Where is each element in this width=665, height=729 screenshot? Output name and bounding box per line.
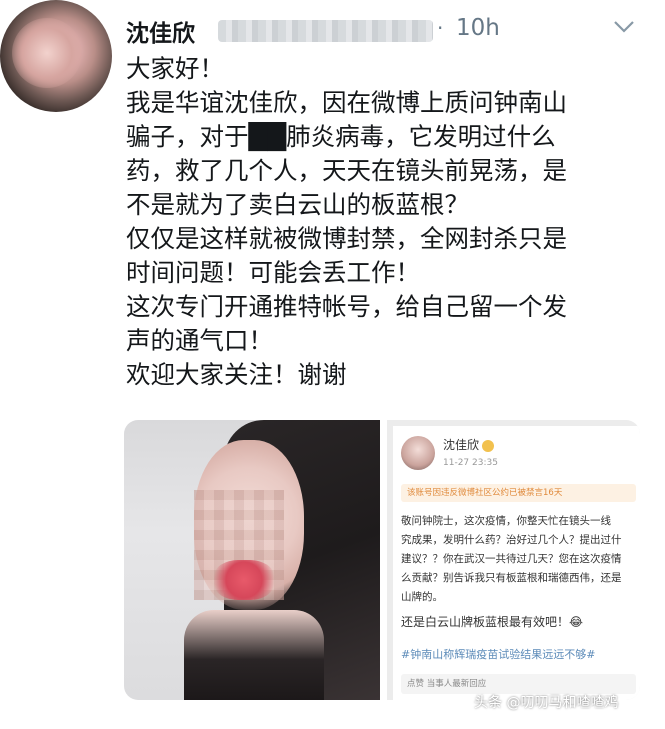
photo-lips: [214, 560, 274, 600]
screenshot-highlight: 还是白云山牌板蓝根最有效吧！😂: [401, 615, 584, 629]
tweet-text: 大家好！ 我是华谊沈佳欣，因在微博上质问钟南山 骗子，对于██肺炎病毒，它发明过…: [126, 52, 656, 392]
screenshot-line: 么贡献？别告诉我只有板蓝根和瑞德西伟，还是: [401, 572, 622, 584]
tweet-line: 药，救了几个人，天天在镜头前晃荡，是: [126, 156, 567, 185]
separator-dot: ·: [437, 16, 444, 40]
screenshot-line: 建议？？你在武汉一共待过几天？您在这次疫情: [401, 553, 622, 565]
tweet-line: 骗子，对于██肺炎病毒，它发明过什么: [126, 122, 556, 151]
tweet-line: 大家好！: [126, 54, 224, 83]
timestamp[interactable]: 10h: [456, 15, 500, 41]
screenshot-line: 敬问钟院士，这次疫情，你整天忙在镜头一线: [401, 515, 611, 527]
screenshot-line: 山牌的。: [401, 591, 443, 603]
screenshot-hashtag: #钟南山称辉瑞疫苗试验结果远远不够#: [401, 648, 596, 661]
photo-neck: [184, 610, 324, 700]
screenshot-line: 究成果，发明什么药？治好过几个人？提出过什: [401, 534, 622, 546]
screenshot-warning: 该账号因违反微博社区公约已被禁言16天: [401, 484, 636, 502]
tweet-line: 声的通气口！: [126, 326, 273, 355]
watermark: 头条 @叨叨马和喳喳鸡: [474, 695, 619, 711]
media-photo[interactable]: [124, 420, 380, 700]
chevron-down-icon[interactable]: [613, 20, 635, 34]
tweet-line: 不是就为了卖白云山的板蓝根？: [126, 190, 469, 219]
tweet-line: 欢迎大家关注！谢谢: [126, 360, 347, 389]
weibo-post-screenshot: 沈佳欣 11-27 23:35 该账号因违反微博社区公约已被禁言16天 敬问钟院…: [393, 426, 640, 700]
tweet-line: 我是华谊沈佳欣，因在微博上质问钟南山: [126, 88, 567, 117]
tweet-line: 仅仅是这样就被微博封禁，全网封杀只是: [126, 224, 567, 253]
tweet-line: 时间问题！可能会丢工作！: [126, 258, 420, 287]
avatar-blur: [12, 18, 82, 88]
avatar[interactable]: [0, 0, 112, 112]
redacted-handle: [218, 20, 433, 42]
screenshot-footer: 点赞 当事人最新回应: [401, 674, 636, 694]
display-name[interactable]: 沈佳欣: [126, 14, 195, 48]
screenshot-body: 敬问钟院士，这次疫情，你整天忙在镜头一线 究成果，发明什么药？治好过几个人？提出…: [401, 512, 640, 607]
screenshot-name-text: 沈佳欣: [443, 438, 480, 452]
screenshot-avatar: [401, 436, 435, 470]
verified-badge-icon: [482, 439, 495, 452]
media-screenshot[interactable]: 沈佳欣 11-27 23:35 该账号因违反微博社区公约已被禁言16天 敬问钟院…: [387, 420, 640, 700]
screenshot-time: 11-27 23:35: [443, 458, 498, 468]
screenshot-name: 沈佳欣: [443, 436, 495, 453]
tweet-line: 这次专门开通推特帐号，给自己留一个发: [126, 292, 567, 321]
